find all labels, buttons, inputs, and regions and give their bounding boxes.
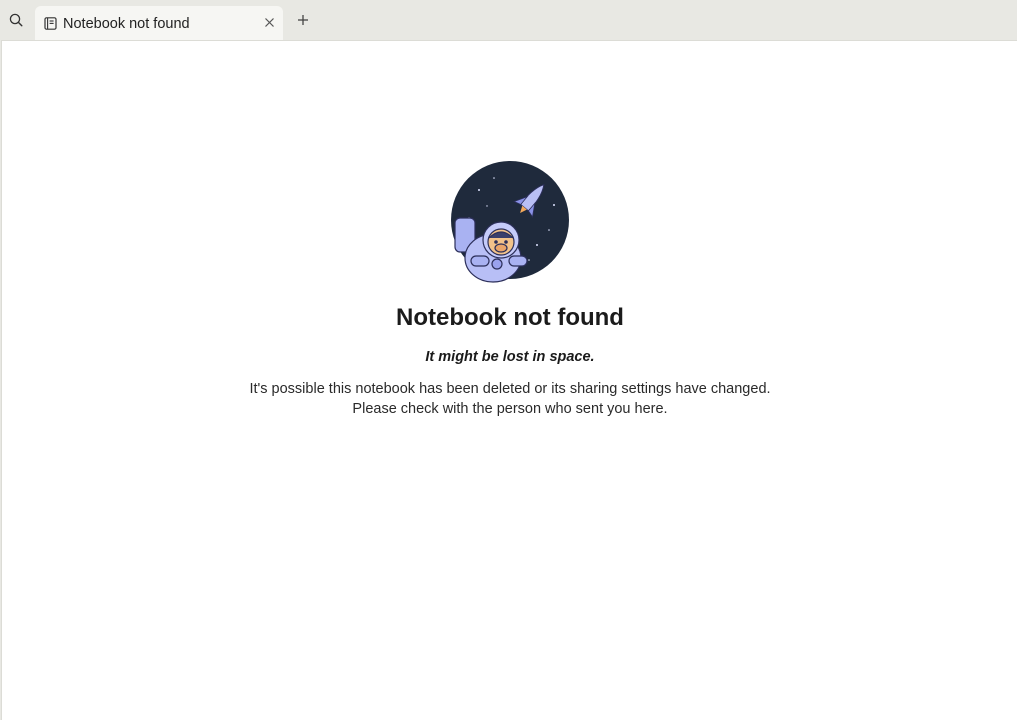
search-icon: [9, 13, 23, 27]
tab-notebook[interactable]: Notebook not found: [35, 6, 283, 41]
tab-close-button[interactable]: [261, 14, 277, 30]
close-icon: [264, 17, 274, 27]
notebook-icon: [44, 17, 58, 31]
astronaut-illustration: [451, 161, 569, 283]
page-title: Notebook not found: [396, 304, 624, 331]
description-line-1: It's possible this notebook has been del…: [249, 381, 771, 397]
tab-label: Notebook not found: [63, 15, 190, 32]
description-line-2: Please check with the person who sent yo…: [352, 401, 668, 417]
tab-bar: Notebook not found: [0, 0, 1017, 41]
main-content: Notebook not found It might be lost in s…: [1, 40, 1017, 720]
plus-icon: [298, 15, 308, 25]
page-subtitle: It might be lost in space.: [425, 349, 595, 365]
search-button[interactable]: [4, 8, 28, 32]
new-tab-button[interactable]: [293, 10, 313, 30]
